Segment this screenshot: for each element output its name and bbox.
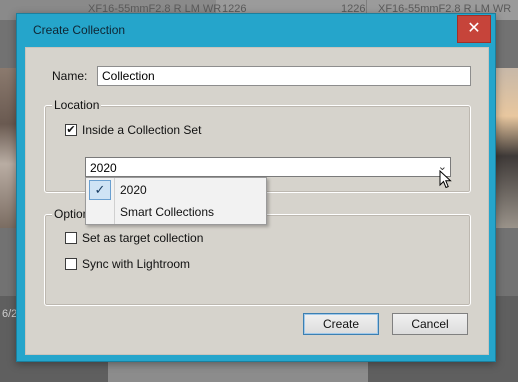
sync-lightroom-checkbox[interactable]	[65, 258, 77, 270]
checkmark-icon: ✔	[66, 123, 76, 136]
mouse-cursor-icon	[439, 170, 452, 189]
close-icon: ✕	[467, 20, 481, 37]
target-collection-label: Set as target collection	[82, 231, 204, 245]
dropdown-option-smart-collections[interactable]: Smart Collections	[86, 200, 266, 222]
inside-set-checkbox[interactable]: ✔	[65, 124, 77, 136]
inside-set-label: Inside a Collection Set	[82, 123, 202, 137]
dropdown-option-2020[interactable]: ✓ 2020	[86, 178, 266, 200]
collection-name-input[interactable]: Collection	[97, 66, 471, 86]
name-label: Name:	[52, 69, 88, 83]
sync-lightroom-label: Sync with Lightroom	[82, 257, 191, 271]
selected-set-value: 2020	[90, 161, 117, 175]
create-button[interactable]: Create	[303, 313, 379, 335]
thumbnail-right	[494, 68, 518, 228]
dialog-content: Name: Collection Location ✔ Inside a Col…	[25, 47, 489, 355]
checkmark-icon: ✓	[89, 180, 111, 200]
dropdown-option-label: Smart Collections	[120, 205, 215, 219]
dialog-title: Create Collection	[33, 23, 126, 37]
collection-set-dropdown: ✓ 2020 Smart Collections	[85, 177, 267, 225]
create-collection-dialog: Create Collection ✕ Name: Collection Loc…	[16, 13, 496, 362]
dropdown-option-label: 2020	[120, 183, 147, 197]
dialog-titlebar[interactable]: Create Collection ✕	[17, 14, 495, 46]
location-legend: Location	[52, 98, 102, 112]
target-collection-checkbox[interactable]	[65, 232, 77, 244]
bottom-cell-text: 6/2	[2, 308, 18, 320]
cancel-button[interactable]: Cancel	[392, 313, 468, 335]
close-button[interactable]: ✕	[457, 15, 491, 43]
collection-set-select[interactable]: 2020 ⌄	[85, 157, 451, 177]
